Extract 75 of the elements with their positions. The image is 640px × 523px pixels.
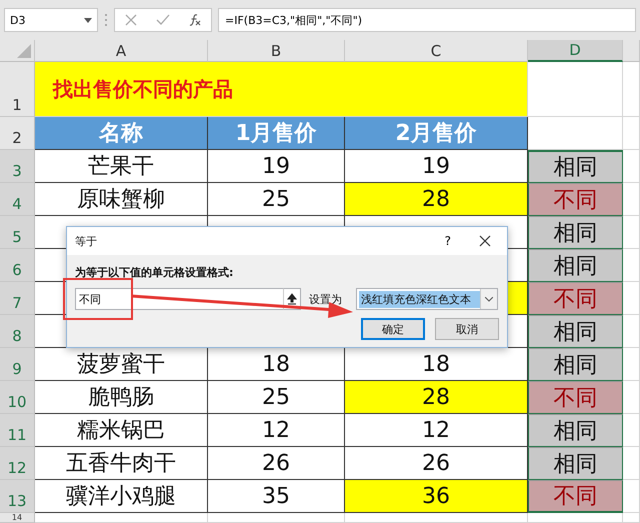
- close-icon[interactable]: [479, 235, 491, 247]
- row-header[interactable]: 7: [0, 282, 35, 315]
- empty-cell: [623, 315, 640, 348]
- empty-cell: [623, 513, 640, 523]
- table-cell: 28: [345, 381, 528, 414]
- header-cell: 名称: [35, 117, 208, 150]
- help-button[interactable]: ?: [444, 234, 451, 248]
- row-header[interactable]: 3: [0, 150, 35, 183]
- format-label: 设置为: [309, 292, 342, 306]
- row-header[interactable]: 11: [0, 414, 35, 447]
- table-cell: 相同: [528, 150, 623, 183]
- table-cell: 28: [345, 183, 528, 216]
- row-header[interactable]: 2: [0, 117, 35, 150]
- table-cell: 五香牛肉干: [35, 447, 208, 480]
- empty-cell: [623, 282, 640, 315]
- dialog-button[interactable]: 确定: [361, 318, 425, 340]
- row-header[interactable]: 14: [0, 513, 35, 523]
- table-cell: 原味蟹柳: [35, 183, 208, 216]
- chevron-down-icon: [485, 296, 493, 302]
- dialog-button[interactable]: 取消: [435, 318, 499, 340]
- empty-cell: [623, 447, 640, 480]
- formula-field[interactable]: =IF(B3=C3,"相同","不同"): [218, 8, 636, 32]
- column-header[interactable]: D: [528, 40, 623, 62]
- table-cell: 26: [208, 447, 345, 480]
- empty-cell: [623, 414, 640, 447]
- name-box[interactable]: D3: [4, 8, 98, 32]
- column-header[interactable]: A: [35, 40, 208, 62]
- row-header[interactable]: 10: [0, 381, 35, 414]
- empty-cell: [623, 183, 640, 216]
- table-cell: 糯米锅巴: [35, 414, 208, 447]
- empty-cell: [623, 480, 640, 513]
- highlight-box: [63, 278, 133, 320]
- row-header[interactable]: 9: [0, 348, 35, 381]
- format-dropdown[interactable]: 浅红填充色深红色文本: [356, 288, 498, 310]
- empty-cell: [623, 348, 640, 381]
- checkmark-icon[interactable]: [156, 13, 170, 27]
- table-cell: 相同: [528, 447, 623, 480]
- dialog-title: 等于: [75, 234, 98, 248]
- row-header[interactable]: 1: [0, 62, 35, 117]
- table-cell: 不同: [528, 282, 623, 315]
- grip-icon: [104, 13, 108, 27]
- table-cell: 脆鸭肠: [35, 381, 208, 414]
- row-header[interactable]: 12: [0, 447, 35, 480]
- row-header[interactable]: 5: [0, 216, 35, 249]
- empty-cell: [623, 117, 640, 150]
- table-cell: 相同: [528, 249, 623, 282]
- table-cell: 相同: [528, 315, 623, 348]
- caret-icon: [84, 18, 92, 22]
- empty-cell: [623, 381, 640, 414]
- table-cell: 不同: [528, 480, 623, 513]
- row-header[interactable]: 8: [0, 315, 35, 348]
- row-header[interactable]: 6: [0, 249, 35, 282]
- instruction-label: 为等于以下值的单元格设置格式:: [75, 265, 234, 280]
- table-cell: 相同: [528, 348, 623, 381]
- table-cell: 相同: [528, 216, 623, 249]
- upload-arrow-icon[interactable]: [287, 293, 297, 305]
- row-header[interactable]: 4: [0, 183, 35, 216]
- table-cell: 19: [208, 150, 345, 183]
- table-cell: 36: [345, 480, 528, 513]
- column-header[interactable]: C: [345, 40, 528, 62]
- empty-cell: [623, 216, 640, 249]
- header-cell: 1月售价: [208, 117, 345, 150]
- table-cell: 相同: [528, 414, 623, 447]
- column-header[interactable]: B: [208, 40, 345, 62]
- header-cell: 2月售价: [345, 117, 528, 150]
- function-icon[interactable]: [188, 13, 202, 27]
- table-cell: 不同: [528, 183, 623, 216]
- table-cell: 芒果干: [35, 150, 208, 183]
- sheet-title: 找出售价不同的产品: [35, 62, 528, 117]
- table-cell: 骥洋小鸡腿: [35, 480, 208, 513]
- empty-cell: [623, 249, 640, 282]
- empty-cell: [623, 150, 640, 183]
- row-header[interactable]: 13: [0, 480, 35, 513]
- table-cell: 不同: [528, 381, 623, 414]
- table-cell: 12: [208, 414, 345, 447]
